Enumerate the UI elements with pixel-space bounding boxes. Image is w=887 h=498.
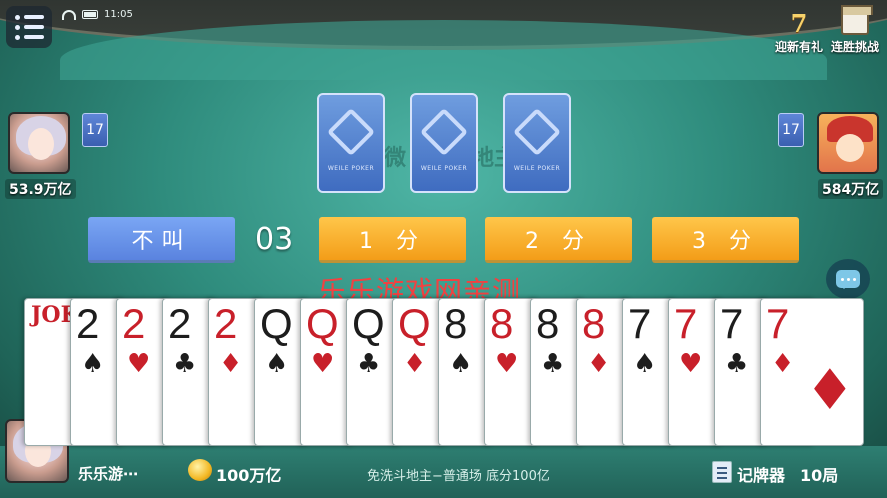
card-rank: 2: [214, 300, 238, 347]
wifi-icon: [62, 9, 76, 20]
card-suit-icon: ♦: [219, 349, 243, 379]
card-suit-icon: ♠: [265, 349, 289, 379]
card-rank: 2: [122, 300, 146, 347]
win-streak-label: 连胜挑战: [830, 40, 879, 54]
left-player-coins: 53.9万亿: [5, 179, 76, 199]
bottom-card: WEILE POKER: [317, 93, 385, 193]
card-suit-icon: ♥: [311, 349, 335, 379]
left-player-card-count: 17: [82, 113, 108, 147]
menu-button[interactable]: [6, 6, 52, 48]
right-player-coins: 584万亿: [818, 179, 884, 199]
bid-1-button[interactable]: 1 分: [319, 217, 466, 263]
card-rank: 7: [628, 300, 652, 347]
room-info: 免洗斗地主−普通场 底分100亿: [367, 469, 550, 484]
win-streak-button[interactable]: 连胜挑战: [830, 5, 879, 55]
card-rank: 2: [76, 300, 100, 347]
card-suit-icon: ♠: [81, 349, 105, 379]
card-rank: Q: [398, 300, 431, 347]
card-rank: Q: [260, 300, 293, 347]
card-suit-icon: ♣: [541, 349, 565, 379]
card-rank: 8: [536, 300, 560, 347]
welcome-gift-button[interactable]: 7 迎新有礼: [774, 8, 823, 55]
my-coins: 100万亿: [216, 466, 282, 485]
card-rank: 7: [766, 300, 790, 347]
status-bar: 11:05: [62, 9, 133, 20]
battery-icon: [82, 10, 98, 19]
top-right-promos: 7 迎新有礼 连胜挑战: [774, 5, 879, 55]
poker-logo-icon: [512, 107, 562, 156]
my-name: 乐乐游⋯: [78, 465, 139, 483]
welcome-gift-label: 迎新有礼: [774, 40, 823, 54]
card-suit-icon: ♠: [449, 349, 473, 379]
card-rank: 2: [168, 300, 192, 347]
card-counter-label[interactable]: 记牌器: [737, 462, 785, 486]
card-suit-icon: ♠: [633, 349, 657, 379]
bottom-card: WEILE POKER: [410, 93, 478, 193]
card-suit-icon: ♥: [495, 349, 519, 379]
card-suit-icon: ♣: [357, 349, 381, 379]
card-suit-icon: ♦: [403, 349, 427, 379]
chat-icon: [836, 270, 860, 289]
card-suit-icon: ♣: [725, 349, 749, 379]
pass-bid-button[interactable]: 不叫: [88, 217, 235, 263]
card-suit-icon: ♥: [127, 349, 151, 379]
card-suit-icon: ♦: [771, 349, 795, 379]
bid-3-button[interactable]: 3 分: [652, 217, 799, 263]
player-hand: JOKER2♠2♥2♣2♦Q♠Q♥Q♣Q♦8♠8♥8♣8♦7♠7♥7♣7♦♦: [24, 298, 864, 446]
clock: 11:05: [104, 9, 133, 20]
card-counter-icon[interactable]: [712, 461, 732, 483]
card-big-suit-icon: ♦: [804, 358, 855, 423]
card-rank: 8: [490, 300, 514, 347]
card-suit-icon: ♦: [587, 349, 611, 379]
gold-coin-icon: [188, 459, 212, 481]
hand-card[interactable]: 7 ♦ ♦: [760, 298, 864, 446]
card-rank: JOKER: [31, 303, 115, 327]
bottom-card: WEILE POKER: [503, 93, 571, 193]
seven-day-gift-icon: 7: [790, 8, 808, 38]
card-suit-icon: ♣: [173, 349, 197, 379]
right-player-card-count: 17: [778, 113, 804, 147]
card-rank: Q: [306, 300, 339, 347]
mission-icon: [840, 5, 873, 36]
menu-icon: [14, 14, 44, 20]
card-suit-icon: ♥: [679, 349, 703, 379]
right-player-avatar[interactable]: [817, 112, 879, 174]
card-rank: 7: [720, 300, 744, 347]
card-rank: 8: [444, 300, 468, 347]
poker-logo-icon: [419, 107, 469, 156]
poker-logo-icon: [326, 107, 376, 156]
card-rank: 7: [674, 300, 698, 347]
left-player-avatar[interactable]: [8, 112, 70, 174]
bid-2-button[interactable]: 2 分: [485, 217, 632, 263]
game-table: 11:05 7 迎新有礼 连胜挑战 17 53.9万亿 17 584万亿 微 地…: [0, 0, 887, 498]
card-rank: 8: [582, 300, 606, 347]
chat-button[interactable]: [826, 259, 870, 299]
table-watermark-left: 微: [384, 146, 407, 171]
card-counter-games: 10局: [800, 466, 839, 485]
card-rank: Q: [352, 300, 385, 347]
bid-timer: 03: [255, 222, 294, 257]
